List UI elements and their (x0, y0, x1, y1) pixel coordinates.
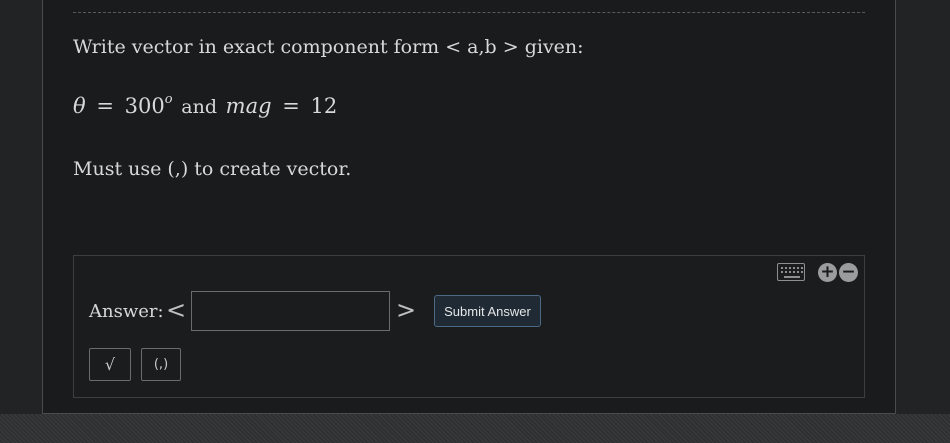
answer-input[interactable] (191, 291, 390, 331)
degree-superscript: o (164, 92, 173, 107)
right-angle-bracket: > (396, 296, 417, 324)
keyboard-icon[interactable] (777, 263, 805, 281)
answer-panel: + − Answer: < > Submit Answer √ (,) (73, 255, 865, 398)
submit-answer-button[interactable]: Submit Answer (434, 295, 541, 327)
question-card: Write vector in exact component form < a… (42, 0, 896, 414)
left-angle-bracket: < (166, 296, 187, 324)
question-instruction: Must use (,) to create vector. (73, 158, 352, 180)
zoom-out-icon[interactable]: − (839, 263, 858, 282)
question-math: θ = 300o and mag = 12 (73, 92, 338, 118)
and-text: and (181, 96, 217, 118)
equals-sign-2: = (282, 94, 300, 118)
zoom-in-icon[interactable]: + (818, 263, 837, 282)
mag-value: 12 (310, 94, 338, 118)
theta-symbol: θ (73, 94, 86, 118)
angle-value: 300 (124, 94, 165, 118)
parentheses-comma-button[interactable]: (,) (141, 348, 181, 381)
question-prompt: Write vector in exact component form < a… (73, 36, 584, 58)
dashed-divider (73, 12, 865, 13)
page-background-texture (0, 414, 950, 443)
answer-label: Answer: (89, 301, 164, 322)
mag-symbol: mag (225, 94, 272, 118)
equals-sign: = (96, 94, 114, 118)
sqrt-button[interactable]: √ (89, 348, 131, 381)
